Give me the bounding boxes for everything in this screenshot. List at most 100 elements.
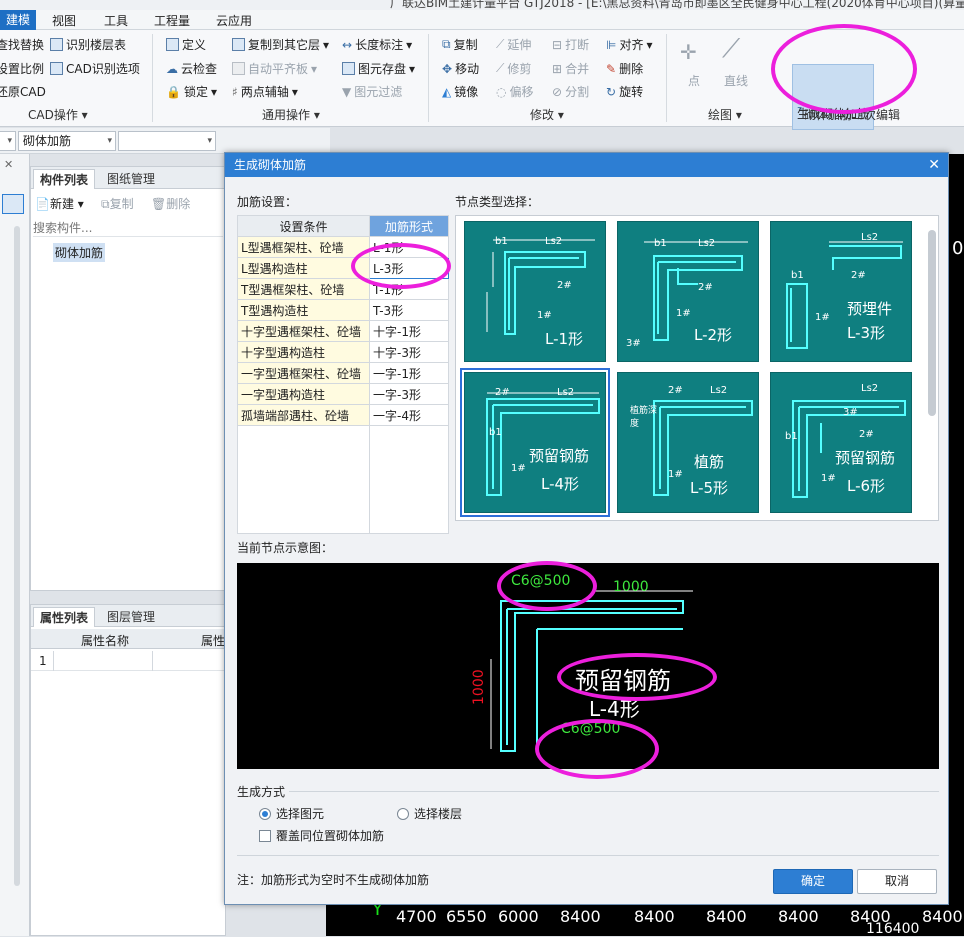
radio-icon [259,807,271,820]
window-title-bar: 广联达BIM土建计量平台 GTJ2018 - [E:\黑总资料\青岛市即墨区全民… [0,0,964,10]
tab-drawing-manager[interactable]: 图纸管理 [101,169,161,189]
new-component-button[interactable]: 📄新建 ▾ [35,195,84,212]
menu-tools[interactable]: 工具 [100,12,132,29]
group-common-ops[interactable]: 通用操作 ▾ [262,106,320,123]
tab-layer-manager[interactable]: 图层管理 [101,607,161,627]
rebar-settings-label: 加筋设置： [237,195,298,209]
lock-button[interactable]: 🔒 锁定 ▾ [166,83,217,100]
element-save-button[interactable]: 图元存盘 ▾ [342,60,415,77]
table-row[interactable]: 十字型遇框架柱、砼墙 十字-1形 [237,320,449,342]
group-draw[interactable]: 绘图 ▾ [708,106,742,123]
component-combo[interactable]: 砌体加筋 ▾ [18,131,116,151]
tab-component-list[interactable]: 构件列表 [33,169,96,189]
delete-button[interactable]: ✎ 删除 [606,60,643,77]
highlight-annotation [771,24,917,114]
rebar-form-cell[interactable]: 一字-1形 [369,362,449,384]
sub-component-combo[interactable]: ▾ [118,131,216,151]
node-card-l4-selected[interactable]: 2# Ls2 b1 1# 预留钢筋 L-4形 [460,368,610,517]
break-button[interactable]: ⊟ 打断 [552,36,589,53]
copy-button[interactable]: ⧉ 复制 [442,36,478,53]
cancel-button[interactable]: 取消 [857,869,937,894]
extend-button[interactable]: ⟋ 延伸 [496,36,531,53]
node-card-l2[interactable]: b1 Ls2 2# 1# 3# L-2形 [617,221,759,362]
split-button[interactable]: ⊘ 分割 [552,83,589,100]
align-button[interactable]: ⊫ 对齐 ▾ [606,36,653,53]
node-card-l6[interactable]: Ls2 3# 2# b1 1# 预留钢筋 L-6形 [770,372,912,513]
element-filter-button[interactable]: ▼ 图元过滤 [342,83,402,100]
table-row[interactable]: T型遇构造柱 T-3形 [237,299,449,321]
column-condition: 设置条件 [237,215,370,237]
cad-dimension: 8400 [634,907,675,926]
define-button[interactable]: 定义 [166,36,206,53]
gallery-scrollbar[interactable] [928,230,936,416]
component-search-input[interactable]: 搜索构件... [33,219,223,237]
tab-property-list[interactable]: 属性列表 [33,607,96,627]
node-card-l3[interactable]: Ls2 b1 2# 1# 预埋件 L-3形 [770,221,912,362]
group-cad-ops[interactable]: CAD操作 ▾ [28,106,88,123]
node-diagram [792,400,906,498]
delete-component-button[interactable]: 🗑删除 [151,195,190,212]
panel-tabs: 构件列表 图纸管理 [31,167,225,189]
split-icon: ⊘ [552,84,563,99]
move-button[interactable]: ✥ 移动 [442,60,479,77]
overwrite-checkbox[interactable]: 覆盖同位置砌体加筋 [259,827,384,844]
node-diagram [486,392,600,496]
find-replace-button[interactable]: 查找替换 [0,36,44,53]
copy-component-button[interactable]: ⧉复制 [101,195,134,212]
table-row[interactable]: 孤墙端部遇柱、砼墙 一字-4形 [237,404,449,426]
group-modify[interactable]: 修改 ▾ [530,106,564,123]
rebar-form-cell[interactable]: 十字-1形 [369,320,449,342]
node-diagram [786,241,903,349]
copy-to-other-floor-button[interactable]: 复制到其它层 ▾ [232,36,329,53]
table-row[interactable]: 一字型遇构造柱 一字-3形 [237,383,449,405]
line-tool-button[interactable]: 直线 [724,72,748,89]
cloud-check-button[interactable]: ☁ 云检查 [166,60,217,77]
copy-floor-icon [232,38,245,51]
nav-icon-button[interactable] [2,194,24,214]
set-scale-button[interactable]: 设置比例 [0,60,44,77]
card-subtitle: 预埋件 [847,300,893,318]
table-row[interactable]: 一字型遇框架柱、砼墙 一字-1形 [237,362,449,384]
point-tool-button[interactable]: 点 [688,72,700,89]
list-item[interactable]: 砌体加筋 [53,243,106,262]
property-name-cell[interactable] [53,651,153,671]
ok-button[interactable]: 确定 [773,869,853,894]
card-subtitle: 预留钢筋 [835,449,896,467]
auto-align-slab-button[interactable]: 自动平齐板 ▾ [232,60,317,77]
table-row[interactable]: 1 [31,651,227,671]
restore-cad-button[interactable]: 还原CAD [0,83,46,100]
node-card-l1[interactable]: b1 Ls2 2# 1# L-1形 [464,221,606,362]
length-dimension-button[interactable]: ↔ 长度标注 ▾ [342,36,412,53]
close-icon[interactable]: ✕ [4,158,13,171]
rebar-form-cell[interactable]: T-3形 [369,299,449,321]
left-scrollbar[interactable] [14,226,20,886]
node-card-l5[interactable]: 植筋深度 2# Ls2 1# 植筋 L-5形 [617,372,759,513]
rebar-form-cell[interactable]: 一字-3形 [369,383,449,405]
lock-icon: 🔒 [166,84,181,99]
type-combo[interactable]: ▾ [0,131,16,151]
merge-button[interactable]: ⊞ 合并 [552,60,589,77]
mirror-button[interactable]: ◭ 镜像 [442,83,478,100]
rotate-button[interactable]: ↻ 旋转 [606,83,643,100]
two-point-axis-button[interactable]: ♯ 两点辅轴 ▾ [232,83,298,100]
close-icon[interactable]: ✕ [928,153,940,177]
recognize-floor-table-button[interactable]: 识别楼层表 [50,36,126,53]
cad-options-button[interactable]: CAD识别选项 [50,60,140,77]
menu-view[interactable]: 视图 [48,12,80,29]
cad-dimension: 8400 [560,907,601,926]
mirror-icon: ◭ [442,84,452,99]
radio-select-floor[interactable]: 选择楼层 [397,805,462,822]
rebar-form-cell[interactable]: 十字-3形 [369,341,449,363]
preview-label: 当前节点示意图： [237,541,334,555]
table-row[interactable]: 十字型遇构造柱 十字-3形 [237,341,449,363]
row-number: 1 [39,654,47,668]
radio-select-element[interactable]: 选择图元 [259,805,324,822]
trim-button[interactable]: ⟋ 修剪 [496,60,531,77]
offset-button[interactable]: ◌ 偏移 [496,83,534,100]
menu-quantity[interactable]: 工程量 [150,12,194,29]
menu-modeling[interactable]: 建模 [0,10,37,30]
column-rebar-form: 加筋形式 [369,215,449,237]
rebar-form-cell[interactable]: 一字-4形 [369,404,449,426]
highlight-annotation [351,243,451,289]
menu-cloud[interactable]: 云应用 [212,12,256,29]
